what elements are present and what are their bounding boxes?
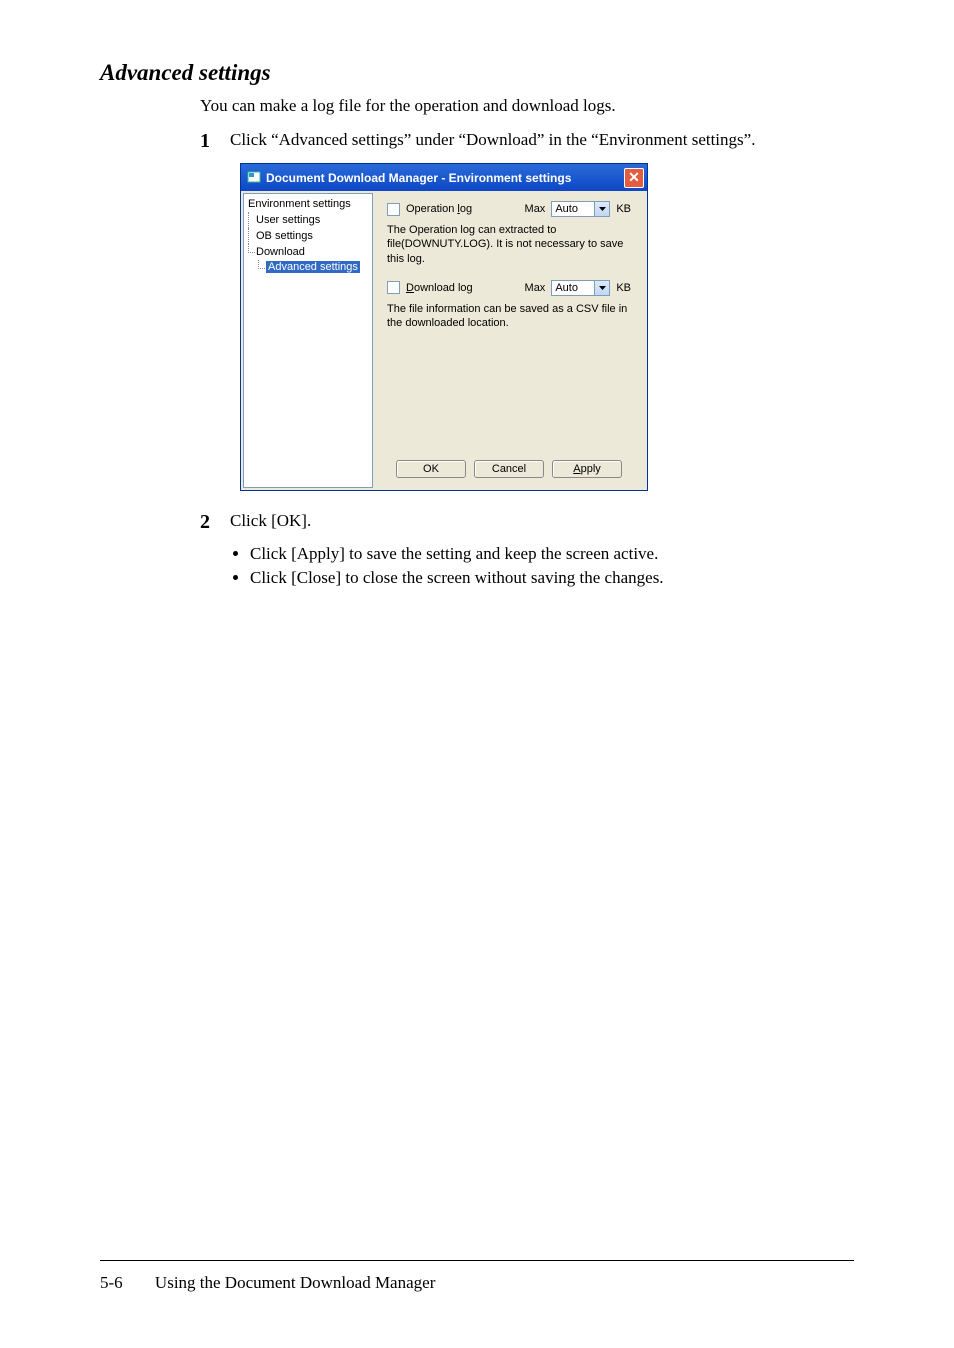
apply-button[interactable]: Apply — [552, 460, 622, 478]
tree-user-settings[interactable]: User settings — [254, 212, 370, 228]
tree-advanced-settings[interactable]: Advanced settings — [264, 260, 370, 274]
max-label: Max — [525, 203, 546, 215]
environment-settings-dialog: Document Download Manager - Environment … — [240, 163, 648, 491]
download-log-max-combo[interactable]: Auto — [551, 280, 610, 296]
operation-log-desc: The Operation log can extracted to file(… — [387, 223, 631, 266]
download-log-max-value[interactable]: Auto — [551, 280, 595, 296]
step-2: 2 Click [OK]. — [200, 511, 854, 534]
download-log-checkbox[interactable] — [387, 281, 400, 294]
dialog-screenshot: Document Download Manager - Environment … — [240, 163, 854, 491]
close-icon: ✕ — [628, 169, 640, 185]
tree-advanced-label: Advanced settings — [266, 261, 360, 273]
kb-label-2: KB — [616, 282, 631, 294]
bullet-list: Click [Apply] to save the setting and ke… — [230, 544, 854, 588]
chevron-down-icon — [599, 207, 606, 211]
section-title: Advanced settings — [100, 60, 854, 86]
download-log-label: Download log — [406, 282, 473, 294]
step-1-number: 1 — [200, 130, 220, 153]
operation-log-label: Operation log — [406, 203, 472, 215]
step-2-number: 2 — [200, 511, 220, 534]
chevron-down-icon — [599, 286, 606, 290]
step-2-text: Click [OK]. — [230, 511, 311, 534]
intro-text: You can make a log file for the operatio… — [200, 96, 854, 116]
titlebar: Document Download Manager - Environment … — [241, 164, 647, 191]
bullet-apply: Click [Apply] to save the setting and ke… — [250, 544, 854, 564]
page-footer: 5-6 Using the Document Download Manager — [100, 1260, 854, 1293]
cancel-button[interactable]: Cancel — [474, 460, 544, 478]
operation-log-checkbox[interactable] — [387, 203, 400, 216]
download-log-desc: The file information can be saved as a C… — [387, 302, 631, 331]
footer-title: Using the Document Download Manager — [155, 1273, 435, 1292]
settings-tree[interactable]: Environment settings User settings OB se… — [243, 193, 373, 488]
operation-log-max-combo[interactable]: Auto — [551, 201, 610, 217]
step-1: 1 Click “Advanced settings” under “Downl… — [200, 130, 854, 153]
close-button[interactable]: ✕ — [624, 168, 644, 188]
ok-button[interactable]: OK — [396, 460, 466, 478]
tree-root[interactable]: Environment settings — [246, 196, 370, 212]
max-label-2: Max — [525, 282, 546, 294]
page-number: 5-6 — [100, 1273, 123, 1292]
bullet-close: Click [Close] to close the screen withou… — [250, 568, 854, 588]
operation-log-row: Operation log Max Auto KB — [387, 201, 631, 217]
operation-log-max-value[interactable]: Auto — [551, 201, 595, 217]
app-icon — [247, 170, 261, 187]
tree-ob-settings[interactable]: OB settings — [254, 228, 370, 244]
dialog-button-row: OK Cancel Apply — [387, 430, 631, 484]
operation-log-max-dropdown[interactable] — [595, 201, 610, 217]
kb-label: KB — [616, 203, 631, 215]
tree-download[interactable]: Download — [254, 244, 370, 260]
download-log-row: Download log Max Auto KB — [387, 280, 631, 296]
titlebar-text: Document Download Manager - Environment … — [266, 171, 571, 185]
step-1-text: Click “Advanced settings” under “Downloa… — [230, 130, 755, 153]
download-log-max-dropdown[interactable] — [595, 280, 610, 296]
settings-pane: Operation log Max Auto KB The Operation … — [375, 191, 647, 490]
